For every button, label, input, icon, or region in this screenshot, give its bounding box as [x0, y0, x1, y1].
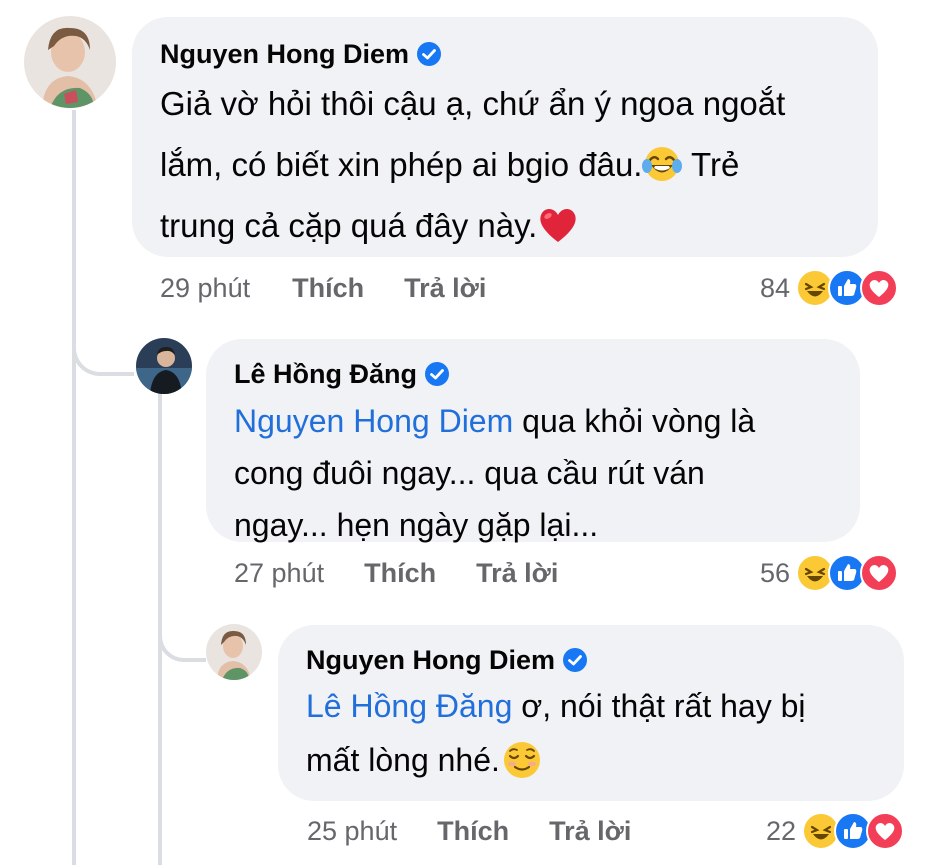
- avatar[interactable]: [24, 16, 116, 108]
- comment-timestamp[interactable]: 29 phút: [160, 273, 250, 304]
- reply-button[interactable]: Trả lời: [404, 273, 486, 304]
- comment-text-fragment: trung cả cặp quá đây này.: [160, 207, 538, 244]
- verified-badge-icon: [417, 42, 442, 66]
- author-name[interactable]: Nguyen Hong Diem: [306, 645, 555, 676]
- comment-timestamp[interactable]: 25 phút: [307, 816, 397, 847]
- like-button[interactable]: Thích: [437, 816, 509, 847]
- comment-author[interactable]: Nguyen Hong Diem: [160, 37, 850, 71]
- verified-badge-icon: [425, 362, 449, 386]
- comment-bubble: Nguyen Hong Diem Lê Hồng Đăng ơ, nói thậ…: [278, 625, 904, 801]
- comment-text-line: Nguyen Hong Diem qua khỏi vòng là: [234, 395, 832, 447]
- comment-text-line: lắm, có biết xin phép ai bgio đâu. Trẻ: [160, 134, 850, 195]
- comment-text-fragment: ơ, nói thật rất hay bị: [512, 688, 806, 724]
- reaction-count: 56: [760, 557, 791, 588]
- reaction-count: 84: [760, 272, 791, 303]
- love-icon: [866, 812, 905, 850]
- comment-meta: 27 phút Thích Trả lời: [234, 555, 558, 591]
- thread-connector-1: [72, 330, 134, 376]
- love-icon: [860, 554, 899, 592]
- avatar[interactable]: [136, 338, 192, 394]
- comment-author[interactable]: Nguyen Hong Diem: [306, 643, 876, 677]
- reaction-icons: [802, 812, 905, 850]
- reply-button[interactable]: Trả lời: [549, 816, 631, 847]
- like-button[interactable]: Thích: [364, 558, 436, 589]
- relieved-face-emoji-icon: [500, 741, 544, 781]
- author-name[interactable]: Lê Hồng Đăng: [234, 359, 417, 390]
- thread-connector-2: [158, 620, 206, 662]
- comment-bubble: Lê Hồng Đăng Nguyen Hong Diem qua khỏi v…: [206, 339, 860, 543]
- thread-line-main: [72, 110, 76, 865]
- comment-bubble: Nguyen Hong Diem Giả vờ hỏi thôi cậu ạ, …: [132, 17, 878, 257]
- reaction-icons: [796, 269, 899, 307]
- mention-link[interactable]: Lê Hồng Đăng: [306, 688, 512, 724]
- comment-text-line: trung cả cặp quá đây này.: [160, 195, 850, 256]
- comment-text-line: ngay... hẹn ngày gặp lại...: [234, 507, 599, 543]
- red-heart-emoji-icon: [537, 209, 579, 245]
- verified-badge-icon: [563, 648, 588, 672]
- reply-button[interactable]: Trả lời: [476, 558, 558, 589]
- comment-text-line: Lê Hồng Đăng ơ, nói thật rất hay bị: [306, 679, 876, 733]
- reaction-summary[interactable]: 22: [766, 811, 905, 851]
- comment-text: Lê Hồng Đăng ơ, nói thật rất hay bị mất …: [306, 679, 876, 787]
- mention-link[interactable]: Nguyen Hong Diem: [234, 403, 513, 439]
- avatar[interactable]: [206, 624, 262, 680]
- like-button[interactable]: Thích: [292, 273, 364, 304]
- reaction-icons: [796, 554, 899, 592]
- comment-text-fragment: mất lòng nhé.: [306, 742, 500, 778]
- author-name[interactable]: Nguyen Hong Diem: [160, 39, 409, 70]
- reaction-summary[interactable]: 84: [760, 268, 899, 308]
- comment-text: Nguyen Hong Diem qua khỏi vòng là cong đ…: [234, 395, 832, 551]
- comment-text-line: cong đuôi ngay... qua cầu rút ván: [234, 455, 705, 491]
- comment-text-line: Giả vờ hỏi thôi cậu ạ, chứ ẩn ý ngoa ngo…: [160, 85, 786, 122]
- reaction-count: 22: [766, 815, 797, 846]
- comment-author[interactable]: Lê Hồng Đăng: [234, 357, 832, 391]
- comment-text-line: mất lòng nhé.: [306, 733, 876, 787]
- reaction-summary[interactable]: 56: [760, 553, 899, 593]
- comment-text-fragment: Trẻ: [682, 146, 740, 183]
- comment-meta: 29 phút Thích Trả lời: [160, 270, 486, 306]
- love-icon: [860, 269, 899, 307]
- comment-text-fragment: qua khỏi vòng là: [513, 403, 756, 439]
- comment-text-fragment: lắm, có biết xin phép ai bgio đâu.: [160, 146, 643, 183]
- laughing-tears-emoji-icon: [642, 147, 683, 184]
- comment-meta: 25 phút Thích Trả lời: [307, 813, 631, 849]
- comment-timestamp[interactable]: 27 phút: [234, 558, 324, 589]
- comment-text: Giả vờ hỏi thôi cậu ạ, chứ ẩn ý ngoa ngo…: [160, 73, 850, 256]
